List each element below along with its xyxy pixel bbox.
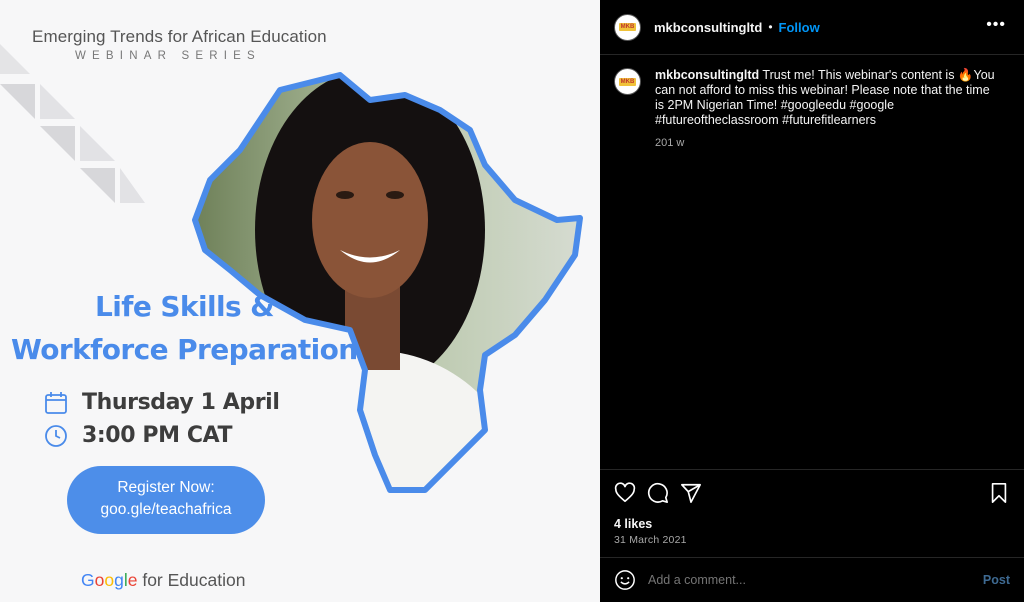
calendar-icon	[45, 391, 67, 414]
caption-avatar[interactable]: MKB	[614, 68, 641, 95]
decorative-triangles	[0, 44, 145, 203]
event-date: Thursday 1 April	[82, 390, 280, 415]
register-label: Register Now:	[117, 479, 215, 496]
follow-button[interactable]: Follow	[779, 20, 820, 35]
date-row: Thursday 1 April	[44, 390, 280, 415]
comment-icon[interactable]	[647, 482, 669, 504]
bookmark-icon[interactable]	[988, 482, 1010, 504]
event-time: 3:00 PM CAT	[82, 423, 233, 448]
separator-dot: •	[768, 20, 773, 34]
post-sidebar: MKB mkbconsultingltd • Follow ••• MKB mk…	[600, 0, 1024, 602]
heart-icon[interactable]	[614, 482, 636, 504]
post-date[interactable]: 31 March 2021	[614, 534, 687, 546]
likes-count[interactable]: 4 likes	[614, 517, 652, 531]
headline-line2: Workforce Preparation	[11, 333, 358, 366]
google-for-education-logo: Google for Education	[81, 570, 246, 590]
more-options-icon[interactable]: •••	[986, 16, 1006, 34]
time-row: 3:00 PM CAT	[44, 423, 233, 448]
register-link: goo.gle/teachafrica	[100, 501, 232, 518]
post-comment-button[interactable]: Post	[983, 573, 1010, 587]
caption-age[interactable]: 201 w	[655, 136, 995, 151]
action-bar	[614, 482, 1014, 504]
register-pill: Register Now: goo.gle/teachafrica	[67, 466, 265, 534]
header-username[interactable]: mkbconsultingltd	[654, 20, 762, 35]
africa-portrait	[192, 72, 583, 493]
caption-username[interactable]: mkbconsultingltd	[655, 68, 759, 82]
avatar[interactable]: MKB	[614, 13, 641, 41]
comment-input[interactable]	[648, 573, 948, 587]
caption: MKB mkbconsultingltd Trust me! This webi…	[614, 68, 1010, 151]
caption-text: mkbconsultingltd Trust me! This webinar'…	[655, 68, 995, 151]
clock-icon	[45, 424, 67, 447]
emoji-icon[interactable]	[614, 569, 636, 591]
post-header: MKB mkbconsultingltd • Follow •••	[600, 0, 1024, 55]
share-icon[interactable]	[680, 482, 702, 504]
comment-bar: Post	[614, 567, 1010, 593]
headline-line1: Life Skills &	[95, 290, 275, 323]
post-image[interactable]: Emerging Trends for African Education WE…	[0, 0, 600, 602]
